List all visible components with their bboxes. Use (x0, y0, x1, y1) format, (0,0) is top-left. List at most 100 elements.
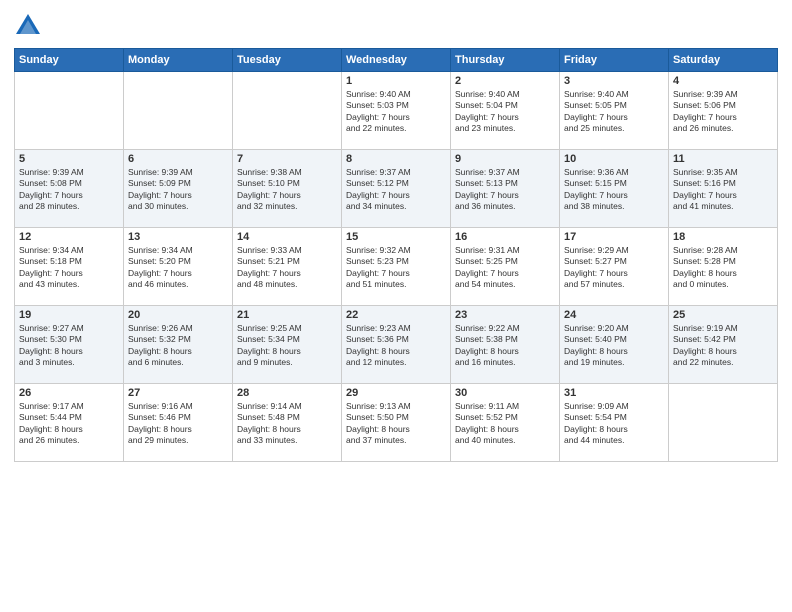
week-row-4: 26 Sunrise: 9:17 AM Sunset: 5:44 PM Dayli… (15, 384, 778, 462)
calendar-cell: 16 Sunrise: 9:31 AM Sunset: 5:25 PM Dayli… (451, 228, 560, 306)
day-info: Sunrise: 9:31 AM Sunset: 5:25 PM Dayligh… (455, 245, 555, 291)
logo-icon (14, 12, 42, 40)
calendar-cell: 5 Sunrise: 9:39 AM Sunset: 5:08 PM Daylig… (15, 150, 124, 228)
calendar-cell: 11 Sunrise: 9:35 AM Sunset: 5:16 PM Dayli… (669, 150, 778, 228)
calendar-cell: 3 Sunrise: 9:40 AM Sunset: 5:05 PM Daylig… (560, 72, 669, 150)
day-number: 4 (673, 75, 773, 87)
day-number: 5 (19, 153, 119, 165)
day-info: Sunrise: 9:32 AM Sunset: 5:23 PM Dayligh… (346, 245, 446, 291)
day-info: Sunrise: 9:29 AM Sunset: 5:27 PM Dayligh… (564, 245, 664, 291)
calendar-table: SundayMondayTuesdayWednesdayThursdayFrid… (14, 48, 778, 462)
calendar-cell: 21 Sunrise: 9:25 AM Sunset: 5:34 PM Dayli… (233, 306, 342, 384)
calendar-cell (15, 72, 124, 150)
day-info: Sunrise: 9:40 AM Sunset: 5:03 PM Dayligh… (346, 89, 446, 135)
day-number: 26 (19, 387, 119, 399)
calendar-body: 1 Sunrise: 9:40 AM Sunset: 5:03 PM Daylig… (15, 72, 778, 462)
day-info: Sunrise: 9:11 AM Sunset: 5:52 PM Dayligh… (455, 401, 555, 447)
day-number: 14 (237, 231, 337, 243)
day-number: 18 (673, 231, 773, 243)
calendar-cell: 22 Sunrise: 9:23 AM Sunset: 5:36 PM Dayli… (342, 306, 451, 384)
header-cell-saturday: Saturday (669, 49, 778, 72)
day-number: 3 (564, 75, 664, 87)
day-info: Sunrise: 9:40 AM Sunset: 5:04 PM Dayligh… (455, 89, 555, 135)
day-number: 1 (346, 75, 446, 87)
day-number: 11 (673, 153, 773, 165)
day-number: 16 (455, 231, 555, 243)
calendar-cell: 17 Sunrise: 9:29 AM Sunset: 5:27 PM Dayli… (560, 228, 669, 306)
calendar-cell: 15 Sunrise: 9:32 AM Sunset: 5:23 PM Dayli… (342, 228, 451, 306)
calendar-cell (124, 72, 233, 150)
calendar-cell: 7 Sunrise: 9:38 AM Sunset: 5:10 PM Daylig… (233, 150, 342, 228)
day-info: Sunrise: 9:36 AM Sunset: 5:15 PM Dayligh… (564, 167, 664, 213)
day-info: Sunrise: 9:20 AM Sunset: 5:40 PM Dayligh… (564, 323, 664, 369)
calendar-cell: 12Sunrise: 9:34 AM Sunset: 5:18 PM Dayli… (15, 228, 124, 306)
day-info: Sunrise: 9:25 AM Sunset: 5:34 PM Dayligh… (237, 323, 337, 369)
calendar-cell: 19Sunrise: 9:27 AM Sunset: 5:30 PM Dayli… (15, 306, 124, 384)
day-number: 20 (128, 309, 228, 321)
calendar-cell: 29Sunrise: 9:13 AM Sunset: 5:50 PM Dayli… (342, 384, 451, 462)
day-number: 31 (564, 387, 664, 399)
calendar-cell: 18 Sunrise: 9:28 AM Sunset: 5:28 PM Dayli… (669, 228, 778, 306)
day-number: 13 (128, 231, 228, 243)
week-row-0: 1 Sunrise: 9:40 AM Sunset: 5:03 PM Daylig… (15, 72, 778, 150)
header-cell-sunday: Sunday (15, 49, 124, 72)
day-info: Sunrise: 9:23 AM Sunset: 5:36 PM Dayligh… (346, 323, 446, 369)
day-info: Sunrise: 9:38 AM Sunset: 5:10 PM Dayligh… (237, 167, 337, 213)
calendar-cell: 6 Sunrise: 9:39 AM Sunset: 5:09 PM Daylig… (124, 150, 233, 228)
day-number: 7 (237, 153, 337, 165)
header-cell-wednesday: Wednesday (342, 49, 451, 72)
day-info: Sunrise: 9:16 AM Sunset: 5:46 PM Dayligh… (128, 401, 228, 447)
calendar-cell: 20Sunrise: 9:26 AM Sunset: 5:32 PM Dayli… (124, 306, 233, 384)
header-row: SundayMondayTuesdayWednesdayThursdayFrid… (15, 49, 778, 72)
day-number: 24 (564, 309, 664, 321)
page: SundayMondayTuesdayWednesdayThursdayFrid… (0, 0, 792, 612)
calendar-cell: 30Sunrise: 9:11 AM Sunset: 5:52 PM Dayli… (451, 384, 560, 462)
calendar-cell: 2Sunrise: 9:40 AM Sunset: 5:04 PM Daylig… (451, 72, 560, 150)
calendar-cell (669, 384, 778, 462)
calendar-cell (233, 72, 342, 150)
day-info: Sunrise: 9:14 AM Sunset: 5:48 PM Dayligh… (237, 401, 337, 447)
header (14, 12, 778, 40)
day-info: Sunrise: 9:35 AM Sunset: 5:16 PM Dayligh… (673, 167, 773, 213)
day-info: Sunrise: 9:39 AM Sunset: 5:06 PM Dayligh… (673, 89, 773, 135)
day-info: Sunrise: 9:39 AM Sunset: 5:08 PM Dayligh… (19, 167, 119, 213)
day-info: Sunrise: 9:28 AM Sunset: 5:28 PM Dayligh… (673, 245, 773, 291)
day-info: Sunrise: 9:39 AM Sunset: 5:09 PM Dayligh… (128, 167, 228, 213)
day-number: 6 (128, 153, 228, 165)
calendar-cell: 28Sunrise: 9:14 AM Sunset: 5:48 PM Dayli… (233, 384, 342, 462)
header-cell-thursday: Thursday (451, 49, 560, 72)
logo (14, 12, 46, 40)
day-number: 12 (19, 231, 119, 243)
day-info: Sunrise: 9:37 AM Sunset: 5:13 PM Dayligh… (455, 167, 555, 213)
day-info: Sunrise: 9:40 AM Sunset: 5:05 PM Dayligh… (564, 89, 664, 135)
week-row-3: 19Sunrise: 9:27 AM Sunset: 5:30 PM Dayli… (15, 306, 778, 384)
day-number: 9 (455, 153, 555, 165)
day-number: 21 (237, 309, 337, 321)
day-info: Sunrise: 9:19 AM Sunset: 5:42 PM Dayligh… (673, 323, 773, 369)
day-number: 15 (346, 231, 446, 243)
calendar-cell: 27 Sunrise: 9:16 AM Sunset: 5:46 PM Dayli… (124, 384, 233, 462)
header-cell-friday: Friday (560, 49, 669, 72)
calendar-header: SundayMondayTuesdayWednesdayThursdayFrid… (15, 49, 778, 72)
day-number: 8 (346, 153, 446, 165)
day-number: 23 (455, 309, 555, 321)
day-number: 22 (346, 309, 446, 321)
calendar-cell: 13Sunrise: 9:34 AM Sunset: 5:20 PM Dayli… (124, 228, 233, 306)
day-info: Sunrise: 9:33 AM Sunset: 5:21 PM Dayligh… (237, 245, 337, 291)
day-info: Sunrise: 9:37 AM Sunset: 5:12 PM Dayligh… (346, 167, 446, 213)
week-row-2: 12Sunrise: 9:34 AM Sunset: 5:18 PM Dayli… (15, 228, 778, 306)
calendar-cell: 10Sunrise: 9:36 AM Sunset: 5:15 PM Dayli… (560, 150, 669, 228)
day-info: Sunrise: 9:27 AM Sunset: 5:30 PM Dayligh… (19, 323, 119, 369)
header-cell-monday: Monday (124, 49, 233, 72)
calendar-cell: 25 Sunrise: 9:19 AM Sunset: 5:42 PM Dayli… (669, 306, 778, 384)
calendar-cell: 8 Sunrise: 9:37 AM Sunset: 5:12 PM Daylig… (342, 150, 451, 228)
day-number: 25 (673, 309, 773, 321)
day-number: 27 (128, 387, 228, 399)
week-row-1: 5 Sunrise: 9:39 AM Sunset: 5:08 PM Daylig… (15, 150, 778, 228)
calendar-cell: 31 Sunrise: 9:09 AM Sunset: 5:54 PM Dayli… (560, 384, 669, 462)
day-number: 29 (346, 387, 446, 399)
day-number: 17 (564, 231, 664, 243)
day-info: Sunrise: 9:09 AM Sunset: 5:54 PM Dayligh… (564, 401, 664, 447)
calendar-cell: 9 Sunrise: 9:37 AM Sunset: 5:13 PM Daylig… (451, 150, 560, 228)
day-info: Sunrise: 9:17 AM Sunset: 5:44 PM Dayligh… (19, 401, 119, 447)
